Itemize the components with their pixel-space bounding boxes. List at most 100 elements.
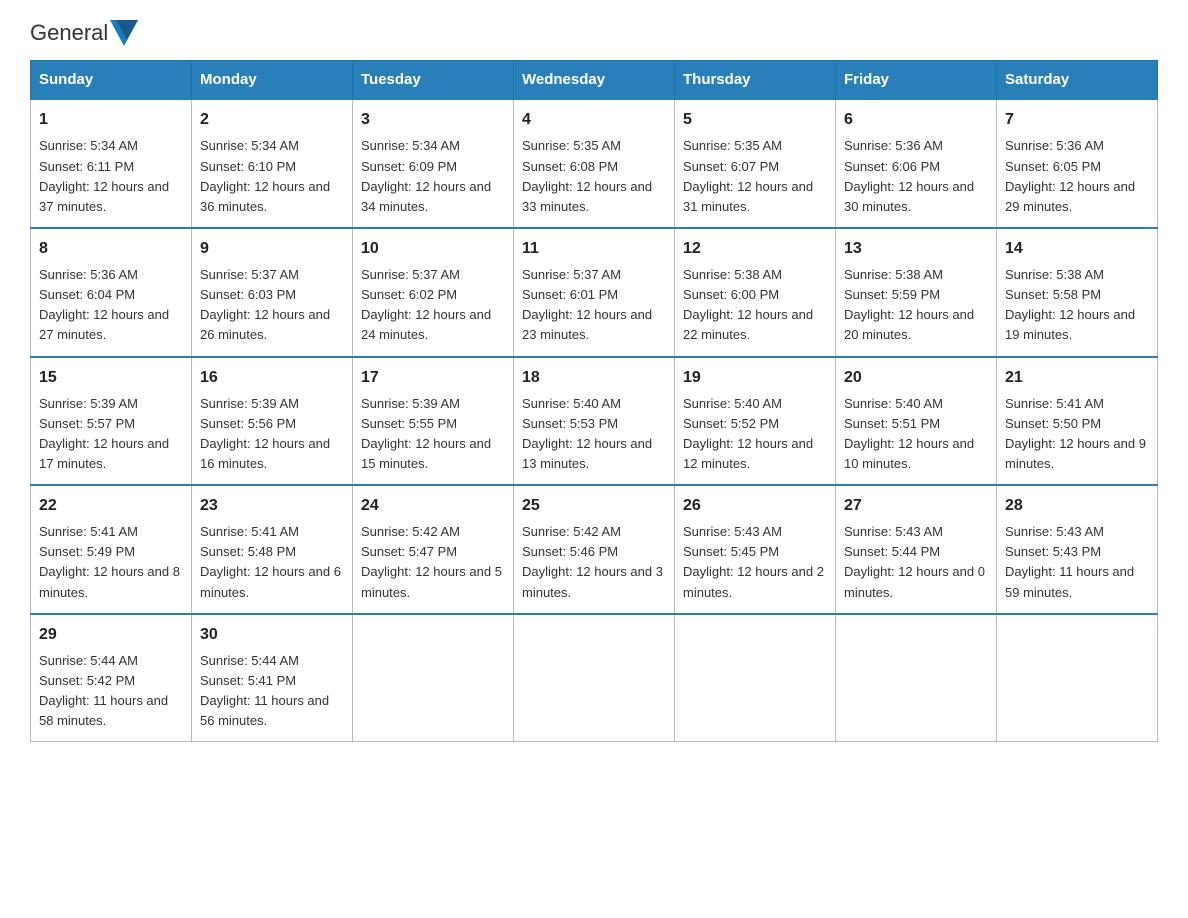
page-header: General <box>30 20 1158 42</box>
calendar-cell <box>997 614 1158 742</box>
day-number: 11 <box>522 237 666 261</box>
calendar-week-row: 29 Sunrise: 5:44 AMSunset: 5:42 PMDaylig… <box>31 614 1158 742</box>
calendar-table: SundayMondayTuesdayWednesdayThursdayFrid… <box>30 60 1158 742</box>
logo: General <box>30 20 140 42</box>
calendar-cell <box>514 614 675 742</box>
day-info: Sunrise: 5:35 AMSunset: 6:07 PMDaylight:… <box>683 138 813 213</box>
day-info: Sunrise: 5:36 AMSunset: 6:05 PMDaylight:… <box>1005 138 1135 213</box>
day-info: Sunrise: 5:38 AMSunset: 5:58 PMDaylight:… <box>1005 267 1135 342</box>
column-header-saturday: Saturday <box>997 61 1158 100</box>
calendar-week-row: 22 Sunrise: 5:41 AMSunset: 5:49 PMDaylig… <box>31 485 1158 614</box>
day-number: 3 <box>361 108 505 132</box>
calendar-cell: 3 Sunrise: 5:34 AMSunset: 6:09 PMDayligh… <box>353 99 514 228</box>
day-number: 8 <box>39 237 183 261</box>
day-number: 12 <box>683 237 827 261</box>
day-info: Sunrise: 5:39 AMSunset: 5:56 PMDaylight:… <box>200 396 330 471</box>
calendar-cell: 17 Sunrise: 5:39 AMSunset: 5:55 PMDaylig… <box>353 357 514 486</box>
calendar-cell: 2 Sunrise: 5:34 AMSunset: 6:10 PMDayligh… <box>192 99 353 228</box>
day-info: Sunrise: 5:35 AMSunset: 6:08 PMDaylight:… <box>522 138 652 213</box>
day-number: 10 <box>361 237 505 261</box>
column-header-tuesday: Tuesday <box>353 61 514 100</box>
day-number: 29 <box>39 623 183 647</box>
day-number: 20 <box>844 366 988 390</box>
calendar-cell: 15 Sunrise: 5:39 AMSunset: 5:57 PMDaylig… <box>31 357 192 486</box>
calendar-cell: 9 Sunrise: 5:37 AMSunset: 6:03 PMDayligh… <box>192 228 353 357</box>
day-info: Sunrise: 5:43 AMSunset: 5:44 PMDaylight:… <box>844 524 985 599</box>
calendar-week-row: 8 Sunrise: 5:36 AMSunset: 6:04 PMDayligh… <box>31 228 1158 357</box>
column-header-friday: Friday <box>836 61 997 100</box>
day-number: 28 <box>1005 494 1149 518</box>
day-number: 5 <box>683 108 827 132</box>
calendar-cell: 18 Sunrise: 5:40 AMSunset: 5:53 PMDaylig… <box>514 357 675 486</box>
day-number: 14 <box>1005 237 1149 261</box>
day-number: 4 <box>522 108 666 132</box>
day-info: Sunrise: 5:42 AMSunset: 5:47 PMDaylight:… <box>361 524 502 599</box>
calendar-cell: 29 Sunrise: 5:44 AMSunset: 5:42 PMDaylig… <box>31 614 192 742</box>
day-info: Sunrise: 5:44 AMSunset: 5:41 PMDaylight:… <box>200 653 329 728</box>
calendar-cell: 21 Sunrise: 5:41 AMSunset: 5:50 PMDaylig… <box>997 357 1158 486</box>
day-number: 1 <box>39 108 183 132</box>
calendar-cell: 11 Sunrise: 5:37 AMSunset: 6:01 PMDaylig… <box>514 228 675 357</box>
calendar-week-row: 1 Sunrise: 5:34 AMSunset: 6:11 PMDayligh… <box>31 99 1158 228</box>
calendar-cell: 20 Sunrise: 5:40 AMSunset: 5:51 PMDaylig… <box>836 357 997 486</box>
day-number: 2 <box>200 108 344 132</box>
day-number: 13 <box>844 237 988 261</box>
calendar-cell: 12 Sunrise: 5:38 AMSunset: 6:00 PMDaylig… <box>675 228 836 357</box>
calendar-cell <box>675 614 836 742</box>
calendar-cell: 13 Sunrise: 5:38 AMSunset: 5:59 PMDaylig… <box>836 228 997 357</box>
day-info: Sunrise: 5:34 AMSunset: 6:11 PMDaylight:… <box>39 138 169 213</box>
calendar-cell: 28 Sunrise: 5:43 AMSunset: 5:43 PMDaylig… <box>997 485 1158 614</box>
calendar-cell: 23 Sunrise: 5:41 AMSunset: 5:48 PMDaylig… <box>192 485 353 614</box>
day-number: 24 <box>361 494 505 518</box>
calendar-cell: 4 Sunrise: 5:35 AMSunset: 6:08 PMDayligh… <box>514 99 675 228</box>
day-info: Sunrise: 5:39 AMSunset: 5:57 PMDaylight:… <box>39 396 169 471</box>
day-info: Sunrise: 5:44 AMSunset: 5:42 PMDaylight:… <box>39 653 168 728</box>
day-info: Sunrise: 5:41 AMSunset: 5:48 PMDaylight:… <box>200 524 341 599</box>
day-number: 22 <box>39 494 183 518</box>
day-info: Sunrise: 5:40 AMSunset: 5:52 PMDaylight:… <box>683 396 813 471</box>
day-info: Sunrise: 5:38 AMSunset: 5:59 PMDaylight:… <box>844 267 974 342</box>
column-header-monday: Monday <box>192 61 353 100</box>
day-number: 30 <box>200 623 344 647</box>
calendar-cell: 24 Sunrise: 5:42 AMSunset: 5:47 PMDaylig… <box>353 485 514 614</box>
day-number: 23 <box>200 494 344 518</box>
calendar-cell: 19 Sunrise: 5:40 AMSunset: 5:52 PMDaylig… <box>675 357 836 486</box>
day-info: Sunrise: 5:37 AMSunset: 6:01 PMDaylight:… <box>522 267 652 342</box>
calendar-cell: 27 Sunrise: 5:43 AMSunset: 5:44 PMDaylig… <box>836 485 997 614</box>
calendar-cell: 30 Sunrise: 5:44 AMSunset: 5:41 PMDaylig… <box>192 614 353 742</box>
calendar-cell: 7 Sunrise: 5:36 AMSunset: 6:05 PMDayligh… <box>997 99 1158 228</box>
day-info: Sunrise: 5:43 AMSunset: 5:43 PMDaylight:… <box>1005 524 1134 599</box>
calendar-cell <box>353 614 514 742</box>
day-info: Sunrise: 5:34 AMSunset: 6:09 PMDaylight:… <box>361 138 491 213</box>
calendar-cell <box>836 614 997 742</box>
column-header-thursday: Thursday <box>675 61 836 100</box>
calendar-cell: 8 Sunrise: 5:36 AMSunset: 6:04 PMDayligh… <box>31 228 192 357</box>
day-info: Sunrise: 5:40 AMSunset: 5:53 PMDaylight:… <box>522 396 652 471</box>
day-number: 7 <box>1005 108 1149 132</box>
day-info: Sunrise: 5:42 AMSunset: 5:46 PMDaylight:… <box>522 524 663 599</box>
day-info: Sunrise: 5:37 AMSunset: 6:02 PMDaylight:… <box>361 267 491 342</box>
column-header-sunday: Sunday <box>31 61 192 100</box>
day-info: Sunrise: 5:34 AMSunset: 6:10 PMDaylight:… <box>200 138 330 213</box>
day-info: Sunrise: 5:38 AMSunset: 6:00 PMDaylight:… <box>683 267 813 342</box>
calendar-cell: 14 Sunrise: 5:38 AMSunset: 5:58 PMDaylig… <box>997 228 1158 357</box>
day-info: Sunrise: 5:40 AMSunset: 5:51 PMDaylight:… <box>844 396 974 471</box>
logo-icon <box>110 20 138 46</box>
day-number: 15 <box>39 366 183 390</box>
calendar-cell: 16 Sunrise: 5:39 AMSunset: 5:56 PMDaylig… <box>192 357 353 486</box>
calendar-cell: 1 Sunrise: 5:34 AMSunset: 6:11 PMDayligh… <box>31 99 192 228</box>
calendar-header-row: SundayMondayTuesdayWednesdayThursdayFrid… <box>31 61 1158 100</box>
day-number: 16 <box>200 366 344 390</box>
day-info: Sunrise: 5:41 AMSunset: 5:49 PMDaylight:… <box>39 524 180 599</box>
calendar-cell: 10 Sunrise: 5:37 AMSunset: 6:02 PMDaylig… <box>353 228 514 357</box>
calendar-cell: 26 Sunrise: 5:43 AMSunset: 5:45 PMDaylig… <box>675 485 836 614</box>
day-number: 6 <box>844 108 988 132</box>
day-info: Sunrise: 5:37 AMSunset: 6:03 PMDaylight:… <box>200 267 330 342</box>
day-info: Sunrise: 5:36 AMSunset: 6:06 PMDaylight:… <box>844 138 974 213</box>
logo-general: General <box>30 20 108 46</box>
calendar-cell: 5 Sunrise: 5:35 AMSunset: 6:07 PMDayligh… <box>675 99 836 228</box>
calendar-week-row: 15 Sunrise: 5:39 AMSunset: 5:57 PMDaylig… <box>31 357 1158 486</box>
day-info: Sunrise: 5:41 AMSunset: 5:50 PMDaylight:… <box>1005 396 1146 471</box>
calendar-cell: 22 Sunrise: 5:41 AMSunset: 5:49 PMDaylig… <box>31 485 192 614</box>
day-number: 21 <box>1005 366 1149 390</box>
